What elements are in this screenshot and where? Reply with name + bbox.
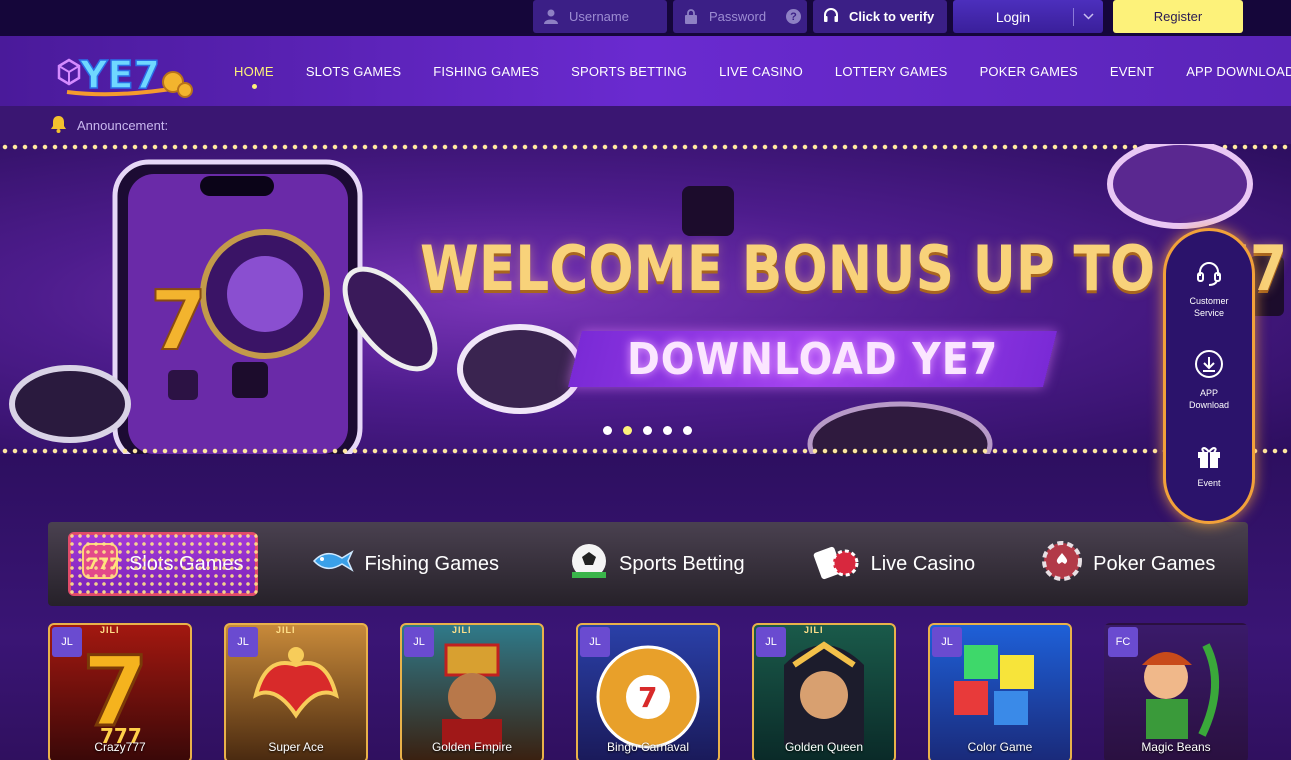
password-field[interactable]: ? <box>673 0 807 33</box>
nav-item-app-download[interactable]: APP DOWNLOAD <box>1170 64 1291 79</box>
carousel-dot[interactable] <box>663 426 672 435</box>
top-login-bar: ? Click to verify Login Register <box>0 0 1291 36</box>
main-nav: YE7 HOME SLOTS GAMES FISHING GAMES SPORT… <box>0 36 1291 106</box>
username-field[interactable] <box>533 0 667 33</box>
game-card[interactable]: JL JILI Super Ace <box>224 623 368 760</box>
provider-badge: JL <box>756 627 786 657</box>
slots-777-icon: 777 <box>81 542 120 586</box>
nav-menu: HOME SLOTS GAMES FISHING GAMES SPORTS BE… <box>218 36 1291 106</box>
chevron-down-icon[interactable] <box>1074 13 1103 20</box>
svg-text:7: 7 <box>150 274 207 369</box>
gift-icon <box>1166 443 1252 472</box>
brand-label: JILI <box>100 625 120 635</box>
register-button[interactable]: Register <box>1113 0 1243 33</box>
tab-label: Poker Games <box>1093 552 1216 575</box>
carousel-dot-active[interactable] <box>623 426 632 435</box>
soccer-ball-icon <box>569 541 609 587</box>
event-label: Event <box>1197 478 1221 488</box>
game-title: Golden Empire <box>431 740 513 754</box>
carousel-dots <box>603 426 692 435</box>
carousel-dot[interactable] <box>683 426 692 435</box>
brand-label: JILI <box>804 625 824 635</box>
brand-label: JILI <box>276 625 296 635</box>
tab-fishing-games[interactable]: Fishing Games <box>310 522 499 606</box>
nav-item-poker-games[interactable]: POKER GAMES <box>964 64 1094 79</box>
game-title: Crazy777 <box>94 740 146 754</box>
svg-text:777: 777 <box>87 554 119 573</box>
download-icon <box>1166 349 1252 382</box>
carousel-dot[interactable] <box>603 426 612 435</box>
app-download-label-1: APP <box>1199 388 1218 398</box>
lock-icon <box>683 9 699 25</box>
username-input[interactable] <box>569 9 659 24</box>
game-card[interactable]: JL Color Game <box>928 623 1072 760</box>
login-button[interactable]: Login <box>953 0 1103 33</box>
game-card[interactable]: JL JILI Golden Empire <box>400 623 544 760</box>
game-title: Bingo Carnaval <box>606 740 690 754</box>
brand-label: JILI <box>452 625 472 635</box>
verify-button[interactable]: Click to verify <box>813 0 947 33</box>
nav-item-lottery-games[interactable]: LOTTERY GAMES <box>819 64 964 79</box>
cards-chips-icon <box>813 541 861 587</box>
verify-label: Click to verify <box>849 9 935 24</box>
nav-item-fishing-games[interactable]: FISHING GAMES <box>417 64 555 79</box>
active-indicator <box>251 83 257 89</box>
app-download-label-2: Download <box>1188 400 1230 410</box>
game-card[interactable]: 7 777 JL JILI Crazy777 <box>48 623 192 760</box>
customer-service-label-1: Customer <box>1189 296 1229 306</box>
login-label: Login <box>995 8 1031 25</box>
game-card[interactable]: JL JILI Golden Queen <box>752 623 896 760</box>
game-grid: 7 777 JL JILI Crazy777 JL JILI Super Ace … <box>48 623 1248 760</box>
banner-subheadline: DOWNLOAD YE7 <box>627 334 999 385</box>
provider-badge: JL <box>228 627 258 657</box>
tab-label: Sports Betting <box>618 552 745 575</box>
customer-service-label-2: Service <box>1193 308 1224 318</box>
user-icon <box>543 9 559 25</box>
ye7-logo[interactable]: YE7 <box>55 44 195 102</box>
nav-item-slots-games[interactable]: SLOTS GAMES <box>290 64 417 79</box>
side-quick-menu: Customer Service APP Download Event <box>1163 228 1255 524</box>
tab-live-casino[interactable]: Live Casino <box>813 522 976 606</box>
provider-badge: JL <box>580 627 610 657</box>
game-title: Golden Queen <box>784 740 864 754</box>
announcement-bar: Announcement: <box>0 106 1291 144</box>
provider-badge: JL <box>52 627 82 657</box>
nav-item-event[interactable]: EVENT <box>1094 64 1170 79</box>
tab-sports-betting[interactable]: Sports Betting <box>569 522 745 606</box>
tab-poker-games[interactable]: Poker Games <box>1041 522 1215 606</box>
app-download-button[interactable]: APP Download <box>1166 349 1252 411</box>
nav-item-label: HOME <box>234 63 274 79</box>
game-title: Magic Beans <box>1141 740 1211 754</box>
game-card[interactable]: FC Magic Beans <box>1104 623 1248 760</box>
nav-item-live-casino[interactable]: LIVE CASINO <box>703 64 819 79</box>
customer-service-button[interactable]: Customer Service <box>1166 259 1252 319</box>
tab-label: Slots Games <box>129 552 244 575</box>
event-button[interactable]: Event <box>1166 443 1252 489</box>
provider-badge: FC <box>1108 627 1138 657</box>
headset-icon <box>823 7 839 26</box>
carousel-dot[interactable] <box>643 426 652 435</box>
fish-icon <box>310 546 355 582</box>
game-title: Super Ace <box>268 740 324 754</box>
help-icon[interactable]: ? <box>786 9 801 24</box>
provider-badge: JL <box>404 627 434 657</box>
nav-item-home[interactable]: HOME <box>218 63 290 89</box>
announcement-label: Announcement: <box>77 117 169 133</box>
game-title: Color Game <box>967 740 1033 754</box>
bell-icon <box>50 115 67 136</box>
game-card[interactable]: 7 JL Bingo Carnaval <box>576 623 720 760</box>
tab-slots-games[interactable]: 777 Slots Games <box>68 532 259 596</box>
nav-item-sports-betting[interactable]: SPORTS BETTING <box>555 64 703 79</box>
category-tabs: 777 Slots Games Fishing Games Sports Bet… <box>48 522 1248 606</box>
tab-label: Live Casino <box>870 552 976 575</box>
promo-banner[interactable]: 7 WELCOME BONUS UP TO P77 DOWNLOAD YE7 <box>0 144 1291 454</box>
provider-badge: JL <box>932 627 962 657</box>
poker-chip-icon <box>1041 541 1083 587</box>
headset-icon <box>1166 259 1252 290</box>
svg-text:7: 7 <box>638 681 657 714</box>
banner-headline: WELCOME BONUS UP TO P77 <box>420 232 1288 305</box>
tab-label: Fishing Games <box>364 552 499 575</box>
